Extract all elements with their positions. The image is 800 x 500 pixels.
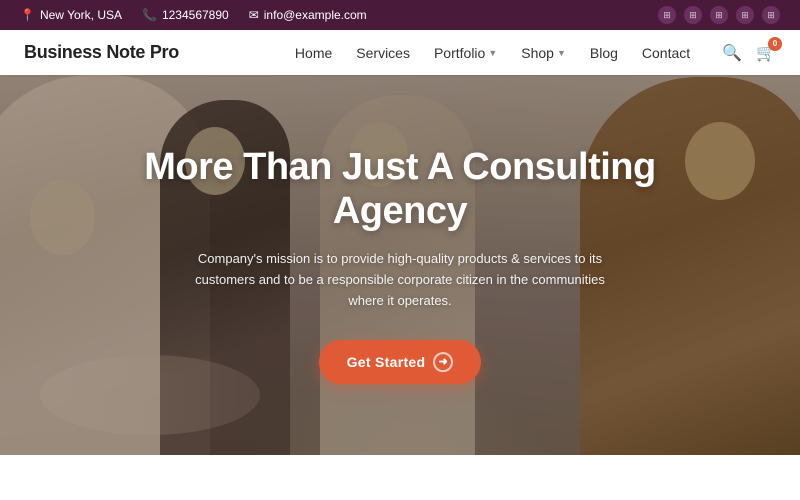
location-text: New York, USA [40,8,122,22]
portfolio-chevron: ▼ [488,48,497,58]
nav-contact[interactable]: Contact [642,45,690,61]
cta-arrow-icon: ➜ [433,352,453,372]
hero-section: More Than Just A Consulting Agency Compa… [0,75,800,455]
nav-shop[interactable]: Shop ▼ [521,45,566,61]
top-bar-social: ⊞ ⊞ ⊞ ⊞ ⊞ [658,6,780,24]
email-icon: ✉ [249,8,259,22]
wp-icon-3[interactable]: ⊞ [710,6,728,24]
wp-icon-5[interactable]: ⊞ [762,6,780,24]
hero-content: More Than Just A Consulting Agency Compa… [140,146,660,384]
site-logo[interactable]: Business Note Pro [24,42,179,63]
get-started-button[interactable]: Get Started ➜ [319,340,482,384]
location-item: 📍 New York, USA [20,8,122,22]
phone-icon: 📞 [142,8,157,22]
cta-label: Get Started [347,354,426,370]
phone-text: 1234567890 [162,8,229,22]
cart-badge: 0 [768,37,782,51]
email-item: ✉ info@example.com [249,8,367,22]
wp-icon-4[interactable]: ⊞ [736,6,754,24]
location-icon: 📍 [20,8,35,22]
hero-title: More Than Just A Consulting Agency [140,146,660,233]
main-nav: Home Services Portfolio ▼ Shop ▼ Blog Co… [295,43,776,63]
nav-utility-icons: 🔍 🛒 0 [722,43,776,63]
hero-subtitle: Company's mission is to provide high-qua… [190,249,610,311]
shop-chevron: ▼ [557,48,566,58]
nav-blog[interactable]: Blog [590,45,618,61]
header: Business Note Pro Home Services Portfoli… [0,30,800,75]
top-bar: 📍 New York, USA 📞 1234567890 ✉ info@exam… [0,0,800,30]
nav-services[interactable]: Services [356,45,410,61]
search-button[interactable]: 🔍 [722,43,742,63]
nav-home[interactable]: Home [295,45,332,61]
cart-button[interactable]: 🛒 0 [756,43,776,63]
email-text: info@example.com [264,8,367,22]
phone-item: 📞 1234567890 [142,8,229,22]
wp-icon-1[interactable]: ⊞ [658,6,676,24]
nav-portfolio[interactable]: Portfolio ▼ [434,45,497,61]
wp-icon-2[interactable]: ⊞ [684,6,702,24]
top-bar-contact: 📍 New York, USA 📞 1234567890 ✉ info@exam… [20,8,367,22]
